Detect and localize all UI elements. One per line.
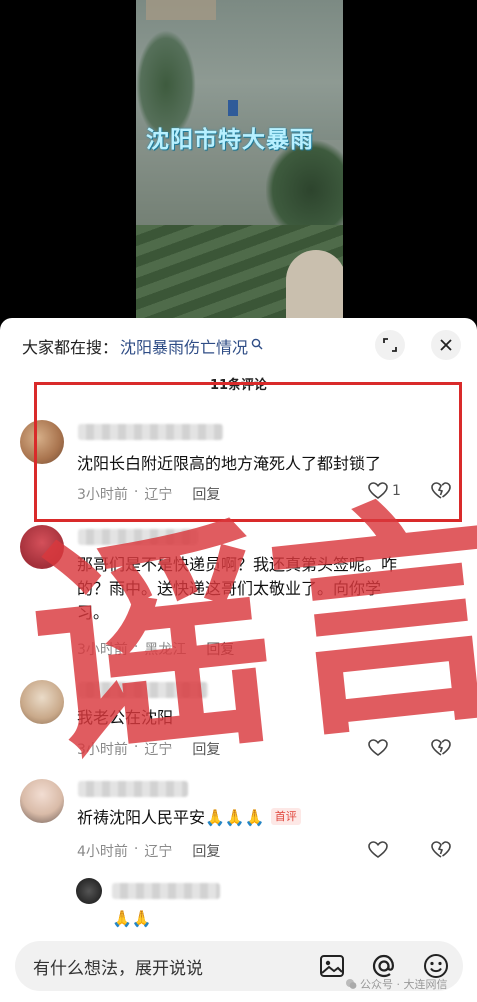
comment-text-body: 祈祷沈阳人民平安🙏🙏🙏	[77, 808, 265, 827]
username[interactable]	[78, 529, 198, 545]
comment-location: 辽宁	[144, 742, 173, 758]
comment-text-line: 的？雨中。送快递这哥们太敬业了。向你学	[77, 579, 382, 598]
comment-time: 3小时前	[77, 642, 128, 658]
avatar[interactable]	[20, 680, 64, 724]
reply-button[interactable]: 回复	[192, 739, 220, 759]
close-icon	[440, 339, 452, 351]
comment-location: 黑龙江	[144, 642, 187, 658]
trending-search[interactable]: 大家都在搜： 沈阳暴雨伤亡情况	[22, 332, 263, 360]
heart-icon[interactable]	[368, 841, 388, 859]
trending-search-term[interactable]: 沈阳暴雨伤亡情况	[120, 334, 248, 358]
comment-text: 祈祷沈阳人民平安🙏🙏🙏 首评	[77, 805, 301, 830]
comment-meta: 3小时前 · 辽宁 回复	[77, 739, 220, 759]
video-caption: 沈阳市特大暴雨	[146, 127, 314, 153]
comment-text: 那哥们是不是快递员啊？我还真第头签呢。咋 的？雨中。送快递这哥们太敬业了。向你学…	[77, 553, 397, 625]
broken-heart-icon[interactable]	[430, 841, 452, 859]
comment-meta: 3小时前 · 黑龙江 回复	[77, 639, 234, 659]
broken-heart-icon[interactable]	[430, 739, 452, 757]
video-frame[interactable]: 沈阳市特大暴雨	[136, 0, 343, 330]
video-building	[146, 0, 216, 20]
username[interactable]	[78, 781, 188, 797]
avatar[interactable]	[20, 525, 64, 569]
video-road-sign	[228, 100, 238, 116]
first-comment-badge: 首评	[270, 808, 301, 825]
reply-button[interactable]: 回复	[206, 639, 234, 659]
comment-text-line: 习。	[77, 603, 110, 622]
watermark: 公众号 · 大连网信	[345, 976, 448, 992]
username[interactable]	[112, 883, 220, 899]
comment-separator: ·	[133, 639, 139, 655]
watermark-text: 公众号 · 大连网信	[360, 978, 448, 991]
comment-text-line: 那哥们是不是快递员啊？我还真第头签呢。咋	[77, 555, 398, 574]
search-icon	[251, 338, 263, 350]
reply-button[interactable]: 回复	[192, 841, 220, 861]
comment-time: 4小时前	[77, 844, 128, 860]
comment-separator: ·	[133, 841, 139, 857]
close-button[interactable]	[431, 330, 461, 360]
username[interactable]	[78, 682, 208, 698]
expand-button[interactable]	[375, 330, 405, 360]
avatar[interactable]	[20, 779, 64, 823]
comment-meta: 4小时前 · 辽宁 回复	[77, 841, 220, 861]
heart-icon[interactable]	[368, 739, 388, 757]
comment-location: 辽宁	[144, 844, 173, 860]
comment-input[interactable]: 有什么想法，展开说说	[33, 954, 319, 979]
video-player[interactable]: 沈阳市特大暴雨	[0, 0, 477, 330]
highlight-box	[34, 382, 462, 522]
image-icon[interactable]	[319, 953, 345, 979]
trending-search-prefix: 大家都在搜：	[22, 338, 119, 357]
comment-text: 我老公在沈阳	[77, 708, 174, 727]
comment-text: 🙏🙏	[112, 909, 152, 928]
comment-time: 3小时前	[77, 742, 128, 758]
wechat-icon	[346, 979, 357, 989]
avatar[interactable]	[76, 878, 102, 904]
comment-separator: ·	[133, 739, 139, 755]
expand-icon	[383, 338, 397, 352]
